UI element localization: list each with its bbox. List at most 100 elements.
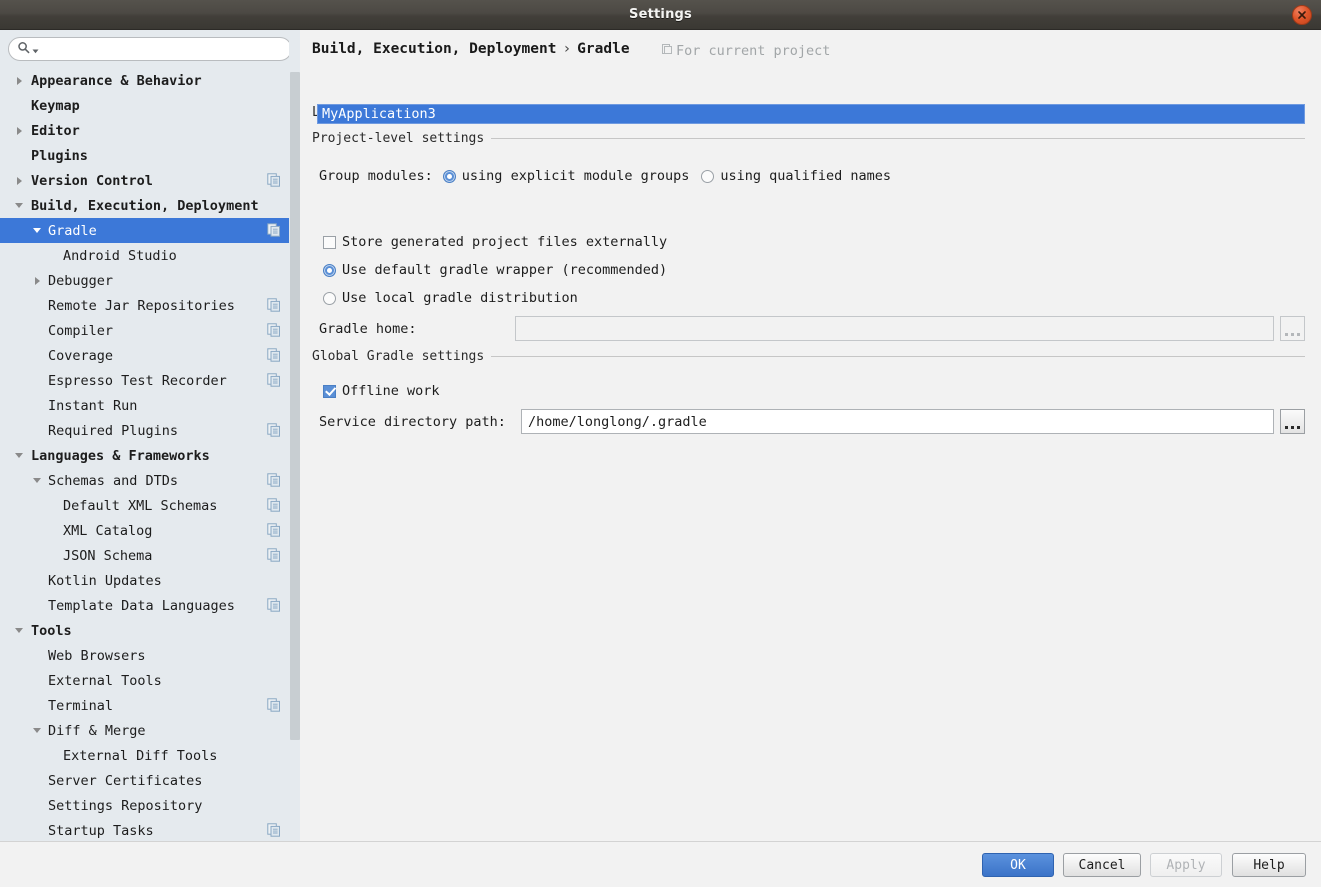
checkbox-store-externally[interactable]: Store generated project files externally — [323, 234, 667, 250]
radio-icon-qualified-names[interactable] — [701, 169, 715, 183]
settings-detail-panel: Build, Execution, Deployment › Gradle Fo… — [301, 30, 1321, 841]
project-scope-icon — [267, 298, 281, 312]
sidebar-item-gradle[interactable]: Gradle — [0, 218, 289, 243]
sidebar-item-default-xml-schemas[interactable]: Default XML Schemas — [0, 493, 289, 518]
sidebar-item-json-schema[interactable]: JSON Schema — [0, 543, 289, 568]
sidebar-item-external-diff-tools[interactable]: External Diff Tools — [0, 743, 289, 768]
sidebar-item-compiler[interactable]: Compiler — [0, 318, 289, 343]
search-icon — [17, 40, 31, 59]
sidebar-item-remote-jar-repositories[interactable]: Remote Jar Repositories — [0, 293, 289, 318]
search-input[interactable] — [42, 41, 282, 57]
chevron-down-icon[interactable] — [30, 724, 44, 738]
sidebar-item-label: Debugger — [48, 272, 114, 289]
search-input-box[interactable] — [8, 37, 292, 61]
radio-label-qualified-names[interactable]: using qualified names — [720, 168, 891, 184]
sidebar-item-build-execution-deployment[interactable]: Build, Execution, Deployment — [0, 193, 289, 218]
sidebar-item-label: Build, Execution, Deployment — [31, 197, 259, 214]
radio-icon-local-distribution[interactable] — [323, 291, 336, 305]
sidebar-item-coverage[interactable]: Coverage — [0, 343, 289, 368]
sidebar-item-required-plugins[interactable]: Required Plugins — [0, 418, 289, 443]
chevron-right-icon[interactable] — [12, 174, 26, 188]
project-scope-icon — [267, 223, 281, 237]
radio-label-explicit-groups[interactable]: using explicit module groups — [462, 168, 690, 184]
gradle-home-input[interactable] — [515, 316, 1274, 341]
project-scope-icon — [267, 823, 281, 837]
chevron-down-icon[interactable] — [30, 474, 44, 488]
gradle-home-browse-button[interactable] — [1280, 316, 1305, 341]
radio-default-wrapper[interactable]: Use default gradle wrapper (recommended) — [323, 262, 667, 278]
list-item-linked-project[interactable]: MyApplication3 — [317, 104, 1305, 124]
chevron-down-icon[interactable] — [12, 624, 26, 638]
chevron-down-icon[interactable] — [12, 199, 26, 213]
settings-sidebar: Appearance & Behavior Keymap Editor Plugins… — [0, 30, 300, 841]
breadcrumb-root[interactable]: Build, Execution, Deployment — [312, 41, 556, 57]
sidebar-item-android-studio[interactable]: Android Studio — [0, 243, 289, 268]
chevron-right-icon[interactable] — [12, 74, 26, 88]
sidebar-item-label: Required Plugins — [48, 422, 179, 439]
sidebar-item-tools[interactable]: Tools — [0, 618, 289, 643]
sidebar-item-keymap[interactable]: Keymap — [0, 93, 289, 118]
checkbox-icon-store-externally[interactable] — [323, 235, 336, 249]
project-scope-icon — [267, 698, 281, 712]
sidebar-item-schemas-and-dtds[interactable]: Schemas and DTDs — [0, 468, 289, 493]
checkbox-label-store-externally[interactable]: Store generated project files externally — [342, 234, 667, 250]
chevron-right-icon[interactable] — [30, 274, 44, 288]
sidebar-item-startup-tasks[interactable]: Startup Tasks — [0, 818, 289, 841]
project-scope-icon — [267, 523, 281, 537]
sidebar-item-editor[interactable]: Editor — [0, 118, 289, 143]
radio-group-modules-qualified[interactable]: using qualified names — [701, 168, 891, 184]
project-scope-icon — [267, 498, 281, 512]
service-directory-label: Service directory path: — [319, 414, 506, 430]
settings-tree[interactable]: Appearance & Behavior Keymap Editor Plugins… — [0, 68, 289, 841]
ellipsis-icon — [1285, 426, 1300, 429]
chevron-down-icon[interactable] — [12, 449, 26, 463]
sidebar-item-version-control[interactable]: Version Control — [0, 168, 289, 193]
sidebar-item-instant-run[interactable]: Instant Run — [0, 393, 289, 418]
sidebar-item-external-tools[interactable]: External Tools — [0, 668, 289, 693]
sidebar-item-template-data-languages[interactable]: Template Data Languages — [0, 593, 289, 618]
section-header-global-settings: Global Gradle settings — [312, 349, 1305, 364]
help-button[interactable]: Help — [1232, 853, 1306, 877]
sidebar-item-label: Version Control — [31, 172, 153, 189]
chevron-right-icon[interactable] — [12, 124, 26, 138]
radio-icon-explicit-groups[interactable] — [442, 169, 456, 183]
sidebar-item-languages-frameworks[interactable]: Languages & Frameworks — [0, 443, 289, 468]
service-directory-browse-button[interactable] — [1280, 409, 1305, 434]
radio-group-modules-explicit[interactable]: using explicit module groups — [442, 168, 690, 184]
search-dropdown-arrow-icon[interactable] — [32, 40, 39, 59]
sidebar-item-label: Tools — [31, 622, 72, 639]
sidebar-item-label: Instant Run — [48, 397, 138, 414]
sidebar-item-kotlin-updates[interactable]: Kotlin Updates — [0, 568, 289, 593]
group-modules-label: Group modules: — [319, 168, 433, 184]
sidebar-item-server-certificates[interactable]: Server Certificates — [0, 768, 289, 793]
sidebar-item-espresso-test-recorder[interactable]: Espresso Test Recorder — [0, 368, 289, 393]
sidebar-item-plugins[interactable]: Plugins — [0, 143, 289, 168]
sidebar-item-debugger[interactable]: Debugger — [0, 268, 289, 293]
close-icon[interactable] — [1292, 5, 1312, 25]
radio-local-distribution[interactable]: Use local gradle distribution — [323, 290, 578, 306]
linked-projects-list[interactable]: MyApplication3 — [317, 104, 1305, 124]
checkbox-offline-work[interactable]: Offline work — [323, 383, 440, 399]
project-scope-icon — [267, 173, 281, 187]
sidebar-item-xml-catalog[interactable]: XML Catalog — [0, 518, 289, 543]
sidebar-item-label: Kotlin Updates — [48, 572, 162, 589]
sidebar-item-settings-repository[interactable]: Settings Repository — [0, 793, 289, 818]
service-directory-input[interactable]: /home/longlong/.gradle — [521, 409, 1274, 434]
chevron-down-icon[interactable] — [30, 224, 44, 238]
sidebar-scrollbar-thumb[interactable] — [290, 72, 300, 740]
window-title: Settings — [629, 7, 692, 22]
sidebar-item-label: External Tools — [48, 672, 162, 689]
sidebar-item-label: Plugins — [31, 147, 88, 164]
sidebar-item-web-browsers[interactable]: Web Browsers — [0, 643, 289, 668]
radio-label-default-wrapper[interactable]: Use default gradle wrapper (recommended) — [342, 262, 667, 278]
sidebar-item-terminal[interactable]: Terminal — [0, 693, 289, 718]
cancel-button[interactable]: Cancel — [1063, 853, 1141, 877]
radio-label-local-distribution[interactable]: Use local gradle distribution — [342, 290, 578, 306]
ok-button[interactable]: OK — [982, 853, 1054, 877]
checkbox-label-offline-work[interactable]: Offline work — [342, 383, 440, 399]
project-scope-icon — [267, 423, 281, 437]
sidebar-item-diff-merge[interactable]: Diff & Merge — [0, 718, 289, 743]
checkbox-icon-offline-work[interactable] — [323, 384, 336, 398]
radio-icon-default-wrapper[interactable] — [323, 263, 336, 277]
sidebar-item-appearance-behavior[interactable]: Appearance & Behavior — [0, 68, 289, 93]
